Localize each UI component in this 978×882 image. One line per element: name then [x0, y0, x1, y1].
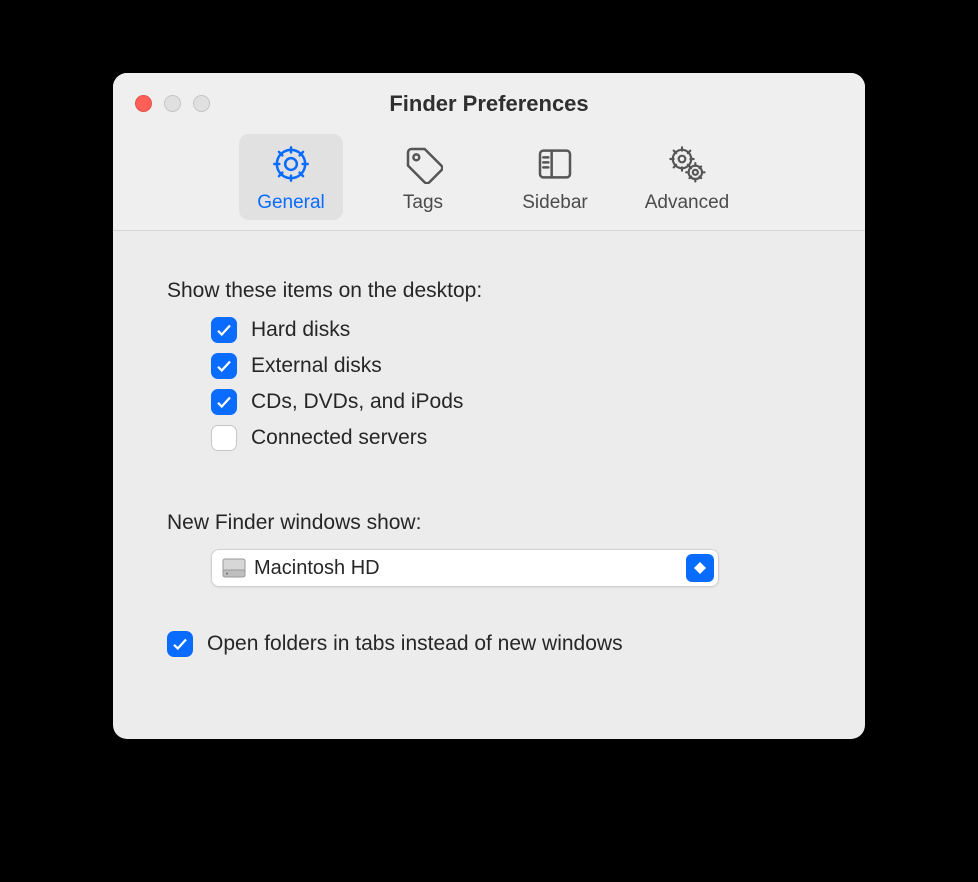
tab-sidebar[interactable]: Sidebar	[503, 134, 607, 220]
checkbox-label: Connected servers	[251, 426, 427, 450]
checkbox-label: External disks	[251, 354, 382, 378]
checkbox-hard-disks-row: Hard disks	[211, 317, 811, 343]
checkmark-icon	[171, 635, 189, 653]
checkbox-connected-servers-row: Connected servers	[211, 425, 811, 451]
checkmark-icon	[215, 357, 233, 375]
hard-drive-icon	[222, 558, 246, 578]
general-pane: Show these items on the desktop: Hard di…	[113, 231, 865, 689]
tab-general[interactable]: General	[239, 134, 343, 220]
checkbox-external-disks-row: External disks	[211, 353, 811, 379]
tab-advanced[interactable]: Advanced	[635, 134, 739, 220]
tab-label: Tags	[403, 192, 443, 214]
checkbox-external-disks[interactable]	[211, 353, 237, 379]
gears-icon	[665, 142, 709, 186]
checkmark-icon	[215, 393, 233, 411]
checkbox-label: Hard disks	[251, 318, 350, 342]
select-stepper-icon	[686, 554, 714, 582]
tag-icon	[401, 142, 445, 186]
select-value: Macintosh HD	[254, 557, 380, 580]
checkbox-label: Open folders in tabs instead of new wind…	[207, 632, 623, 656]
checkbox-cds-dvds-ipods-row: CDs, DVDs, and iPods	[211, 389, 811, 415]
checkbox-connected-servers[interactable]	[211, 425, 237, 451]
tab-label: General	[257, 192, 325, 214]
checkbox-open-in-tabs-row: Open folders in tabs instead of new wind…	[167, 631, 811, 657]
checkbox-open-in-tabs[interactable]	[167, 631, 193, 657]
window-title: Finder Preferences	[113, 91, 865, 117]
desktop-items-label: Show these items on the desktop:	[167, 279, 811, 303]
sidebar-icon	[533, 142, 577, 186]
gear-icon	[269, 142, 313, 186]
preferences-tabs: General Tags	[113, 134, 865, 220]
tab-tags[interactable]: Tags	[371, 134, 475, 220]
tab-label: Advanced	[645, 192, 730, 214]
titlebar: Finder Preferences General	[113, 73, 865, 231]
checkmark-icon	[215, 321, 233, 339]
preferences-window: Finder Preferences General	[113, 73, 865, 739]
checkbox-cds-dvds-ipods[interactable]	[211, 389, 237, 415]
tab-label: Sidebar	[522, 192, 588, 214]
checkbox-hard-disks[interactable]	[211, 317, 237, 343]
checkbox-label: CDs, DVDs, and iPods	[251, 390, 463, 414]
new-windows-select[interactable]: Macintosh HD	[211, 549, 719, 587]
new-windows-label: New Finder windows show:	[167, 511, 811, 535]
